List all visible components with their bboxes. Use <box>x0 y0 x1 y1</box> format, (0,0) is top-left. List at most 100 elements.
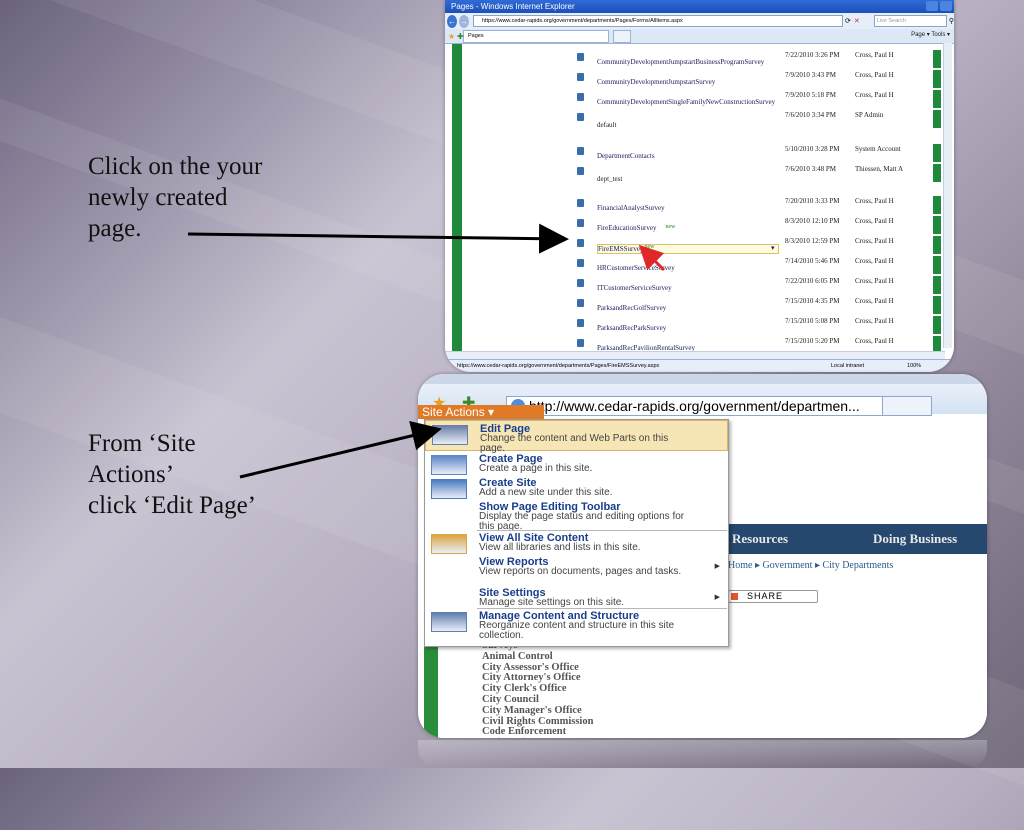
new-tab-button[interactable] <box>613 29 631 43</box>
page-name-link[interactable]: FireEducationSurvey <box>597 224 657 232</box>
page-name-link[interactable]: FireEMSSurvey <box>597 244 779 254</box>
stop-icon[interactable]: ✕ <box>854 17 860 25</box>
refresh-icon[interactable]: ⟳ <box>845 17 851 25</box>
modified-by[interactable]: Cross, Paul H <box>855 71 925 79</box>
modified-by[interactable]: System Account <box>855 145 925 153</box>
page-name-link[interactable]: dept_test <box>597 175 622 183</box>
menu-item-create-page[interactable]: Create Page Create a page in this site. <box>425 451 728 475</box>
window-title-bar: Pages - Windows Internet Explorer <box>445 0 954 13</box>
forward-arrow-icon[interactable]: → <box>458 14 469 28</box>
list-item[interactable]: CommunityDevelopmentJumpstartSurvey 7/9/2… <box>577 70 941 90</box>
status-zoom[interactable]: 100% <box>907 360 921 372</box>
modified-date: 7/9/2010 3:43 PM <box>785 71 836 79</box>
modified-date: 7/15/2010 5:20 PM <box>785 337 840 345</box>
modified-by[interactable]: Cross, Paul H <box>855 337 925 345</box>
modified-date: 7/15/2010 4:35 PM <box>785 297 840 305</box>
nav-resources[interactable]: Resources <box>732 524 788 554</box>
page-icon <box>577 239 584 247</box>
status-bar-green <box>933 164 941 182</box>
menu-item-edit-page[interactable]: Edit Page Change the content and Web Part… <box>425 420 728 453</box>
page-tools-menu[interactable]: Page ▾ Tools ▾ <box>911 31 950 38</box>
list-item[interactable]: ParksandRecGolfSurvey 7/15/2010 4:35 PM Cr… <box>577 296 941 316</box>
list-item[interactable]: CommunityDevelopmentSingleFamilyNewConst… <box>577 90 941 110</box>
menu-item-view-reports[interactable]: View Reports View reports on documents, p… <box>425 554 728 585</box>
favorites-star-icon[interactable]: ★ <box>448 32 455 41</box>
department-link[interactable]: Animal Control <box>482 651 597 663</box>
maximize-button[interactable] <box>940 1 952 11</box>
item-menu-dropdown-icon[interactable]: ▾ <box>771 244 775 252</box>
status-bar-green <box>933 50 941 68</box>
search-icon[interactable]: ⚲ <box>949 17 954 25</box>
status-bar-green <box>933 256 941 274</box>
reflection <box>418 740 987 768</box>
tab-cedar-rapids[interactable]: http://www.cedar-rapids.org/government/d… <box>506 396 902 416</box>
page-icon <box>577 73 584 81</box>
page-name-link[interactable]: ITCustomerServiceSurvey <box>597 284 672 292</box>
list-item[interactable]: FinancialAnalystSurvey 7/20/2010 3:33 PM C… <box>577 196 941 216</box>
list-item[interactable]: HRCustomerServiceSurvey 7/14/2010 5:46 PM… <box>577 256 941 276</box>
edit-page-icon <box>432 425 468 445</box>
modified-date: 7/9/2010 5:18 PM <box>785 91 836 99</box>
back-arrow-icon[interactable]: ← <box>447 14 457 28</box>
modified-date: 7/6/2010 3:34 PM <box>785 111 836 119</box>
caption-line: page. <box>88 215 142 242</box>
modified-by[interactable]: Cross, Paul H <box>855 237 925 245</box>
modified-by[interactable]: Cross, Paul H <box>855 277 925 285</box>
share-icon <box>731 593 738 600</box>
menu-item-description: View reports on documents, pages and tas… <box>479 566 682 577</box>
list-item[interactable]: FireEducationSurvey new 8/3/2010 12:10 PM C… <box>577 216 941 236</box>
modified-by[interactable]: Cross, Paul H <box>855 297 925 305</box>
page-name-link[interactable]: CommunityDevelopmentJumpstartSurvey <box>597 78 715 86</box>
page-name-link[interactable]: ParksandRecParkSurvey <box>597 324 666 332</box>
list-item[interactable]: dept_test 7/6/2010 3:48 PM Thiessen, Matt … <box>577 164 941 184</box>
department-link[interactable]: City Manager's Office <box>482 705 597 717</box>
share-button[interactable]: SHARE <box>728 590 818 603</box>
page-name-link[interactable]: DepartmentContacts <box>597 152 655 160</box>
list-item[interactable]: ITCustomerServiceSurvey 7/22/2010 6:05 PM… <box>577 276 941 296</box>
site-actions-button[interactable]: Site Actions ▾ <box>418 405 544 419</box>
menu-item-show-page-editing-toolbar[interactable]: Show Page Editing Toolbar Display the pag… <box>425 499 728 531</box>
page-name-link[interactable]: HRCustomerServiceSurvey <box>597 264 675 272</box>
nav-doing-business[interactable]: Doing Business <box>873 524 957 554</box>
list-item[interactable]: FireEMSSurvey new ▾ 8/3/2010 12:59 PM Cross,… <box>577 236 941 256</box>
modified-by[interactable]: Cross, Paul H <box>855 257 925 265</box>
list-item[interactable]: default 7/6/2010 3:34 PM SP Admin <box>577 110 941 130</box>
list-item[interactable]: ParksandRecParkSurvey 7/15/2010 5:08 PM Cr… <box>577 316 941 336</box>
submenu-arrow-icon: ▶ <box>714 594 720 601</box>
minimize-button[interactable] <box>926 1 938 11</box>
tab-pages[interactable]: Pages <box>463 29 609 43</box>
page-name-link[interactable]: FinancialAnalystSurvey <box>597 204 665 212</box>
page-body: CommunityDevelopmentJumpstartBusinessPro… <box>445 44 954 354</box>
page-name-link[interactable]: ParksandRecGolfSurvey <box>597 304 666 312</box>
page-icon <box>577 339 584 347</box>
add-favorites-icon[interactable]: ✚ <box>457 32 464 41</box>
modified-by[interactable]: SP Admin <box>855 111 925 119</box>
breadcrumb[interactable]: Home ▸ Government ▸ City Departments <box>728 560 893 571</box>
new-badge: new <box>665 224 676 230</box>
new-tab-button[interactable] <box>882 396 932 416</box>
modified-by[interactable]: Cross, Paul H <box>855 197 925 205</box>
modified-by[interactable]: Cross, Paul H <box>855 317 925 325</box>
list-item[interactable]: CommunityDevelopmentJumpstartBusinessPro… <box>577 50 941 70</box>
modified-by[interactable]: Cross, Paul H <box>855 217 925 225</box>
modified-by[interactable]: Thiessen, Matt A <box>855 165 925 173</box>
page-name-link[interactable]: CommunityDevelopmentJumpstartBusinessPro… <box>597 58 764 66</box>
vertical-scrollbar[interactable] <box>943 43 952 348</box>
list-item[interactable]: DepartmentContacts 5/10/2010 3:28 PM Syste… <box>577 144 941 164</box>
modified-by[interactable]: Cross, Paul H <box>855 51 925 59</box>
caption-line: Actions’ <box>88 461 175 488</box>
menu-item-view-all-site-content[interactable]: View All Site Content View all libraries … <box>425 530 728 554</box>
menu-item-manage-content-and-structure[interactable]: Manage Content and Structure Reorganize c… <box>425 608 728 644</box>
modified-by[interactable]: Cross, Paul H <box>855 91 925 99</box>
menu-item-description: Add a new site under this site. <box>479 487 613 498</box>
page-name-link[interactable]: default <box>597 121 616 129</box>
menu-item-create-site[interactable]: Create Site Add a new site under this sit… <box>425 475 728 499</box>
url-field[interactable]: https://www.cedar-rapids.org/government/… <box>472 15 843 27</box>
menu-item-site-settings[interactable]: Site Settings Manage site settings on thi… <box>425 585 728 608</box>
site-actions-menu: Edit Page Change the content and Web Part… <box>424 419 729 647</box>
department-list: SurveysAnimal ControlCity Assessor's Off… <box>482 640 597 738</box>
search-input[interactable]: Live Search <box>873 15 947 27</box>
create-page-icon <box>431 455 467 475</box>
page-name-link[interactable]: CommunityDevelopmentSingleFamilyNewConst… <box>597 98 775 106</box>
page-icon <box>577 53 584 61</box>
